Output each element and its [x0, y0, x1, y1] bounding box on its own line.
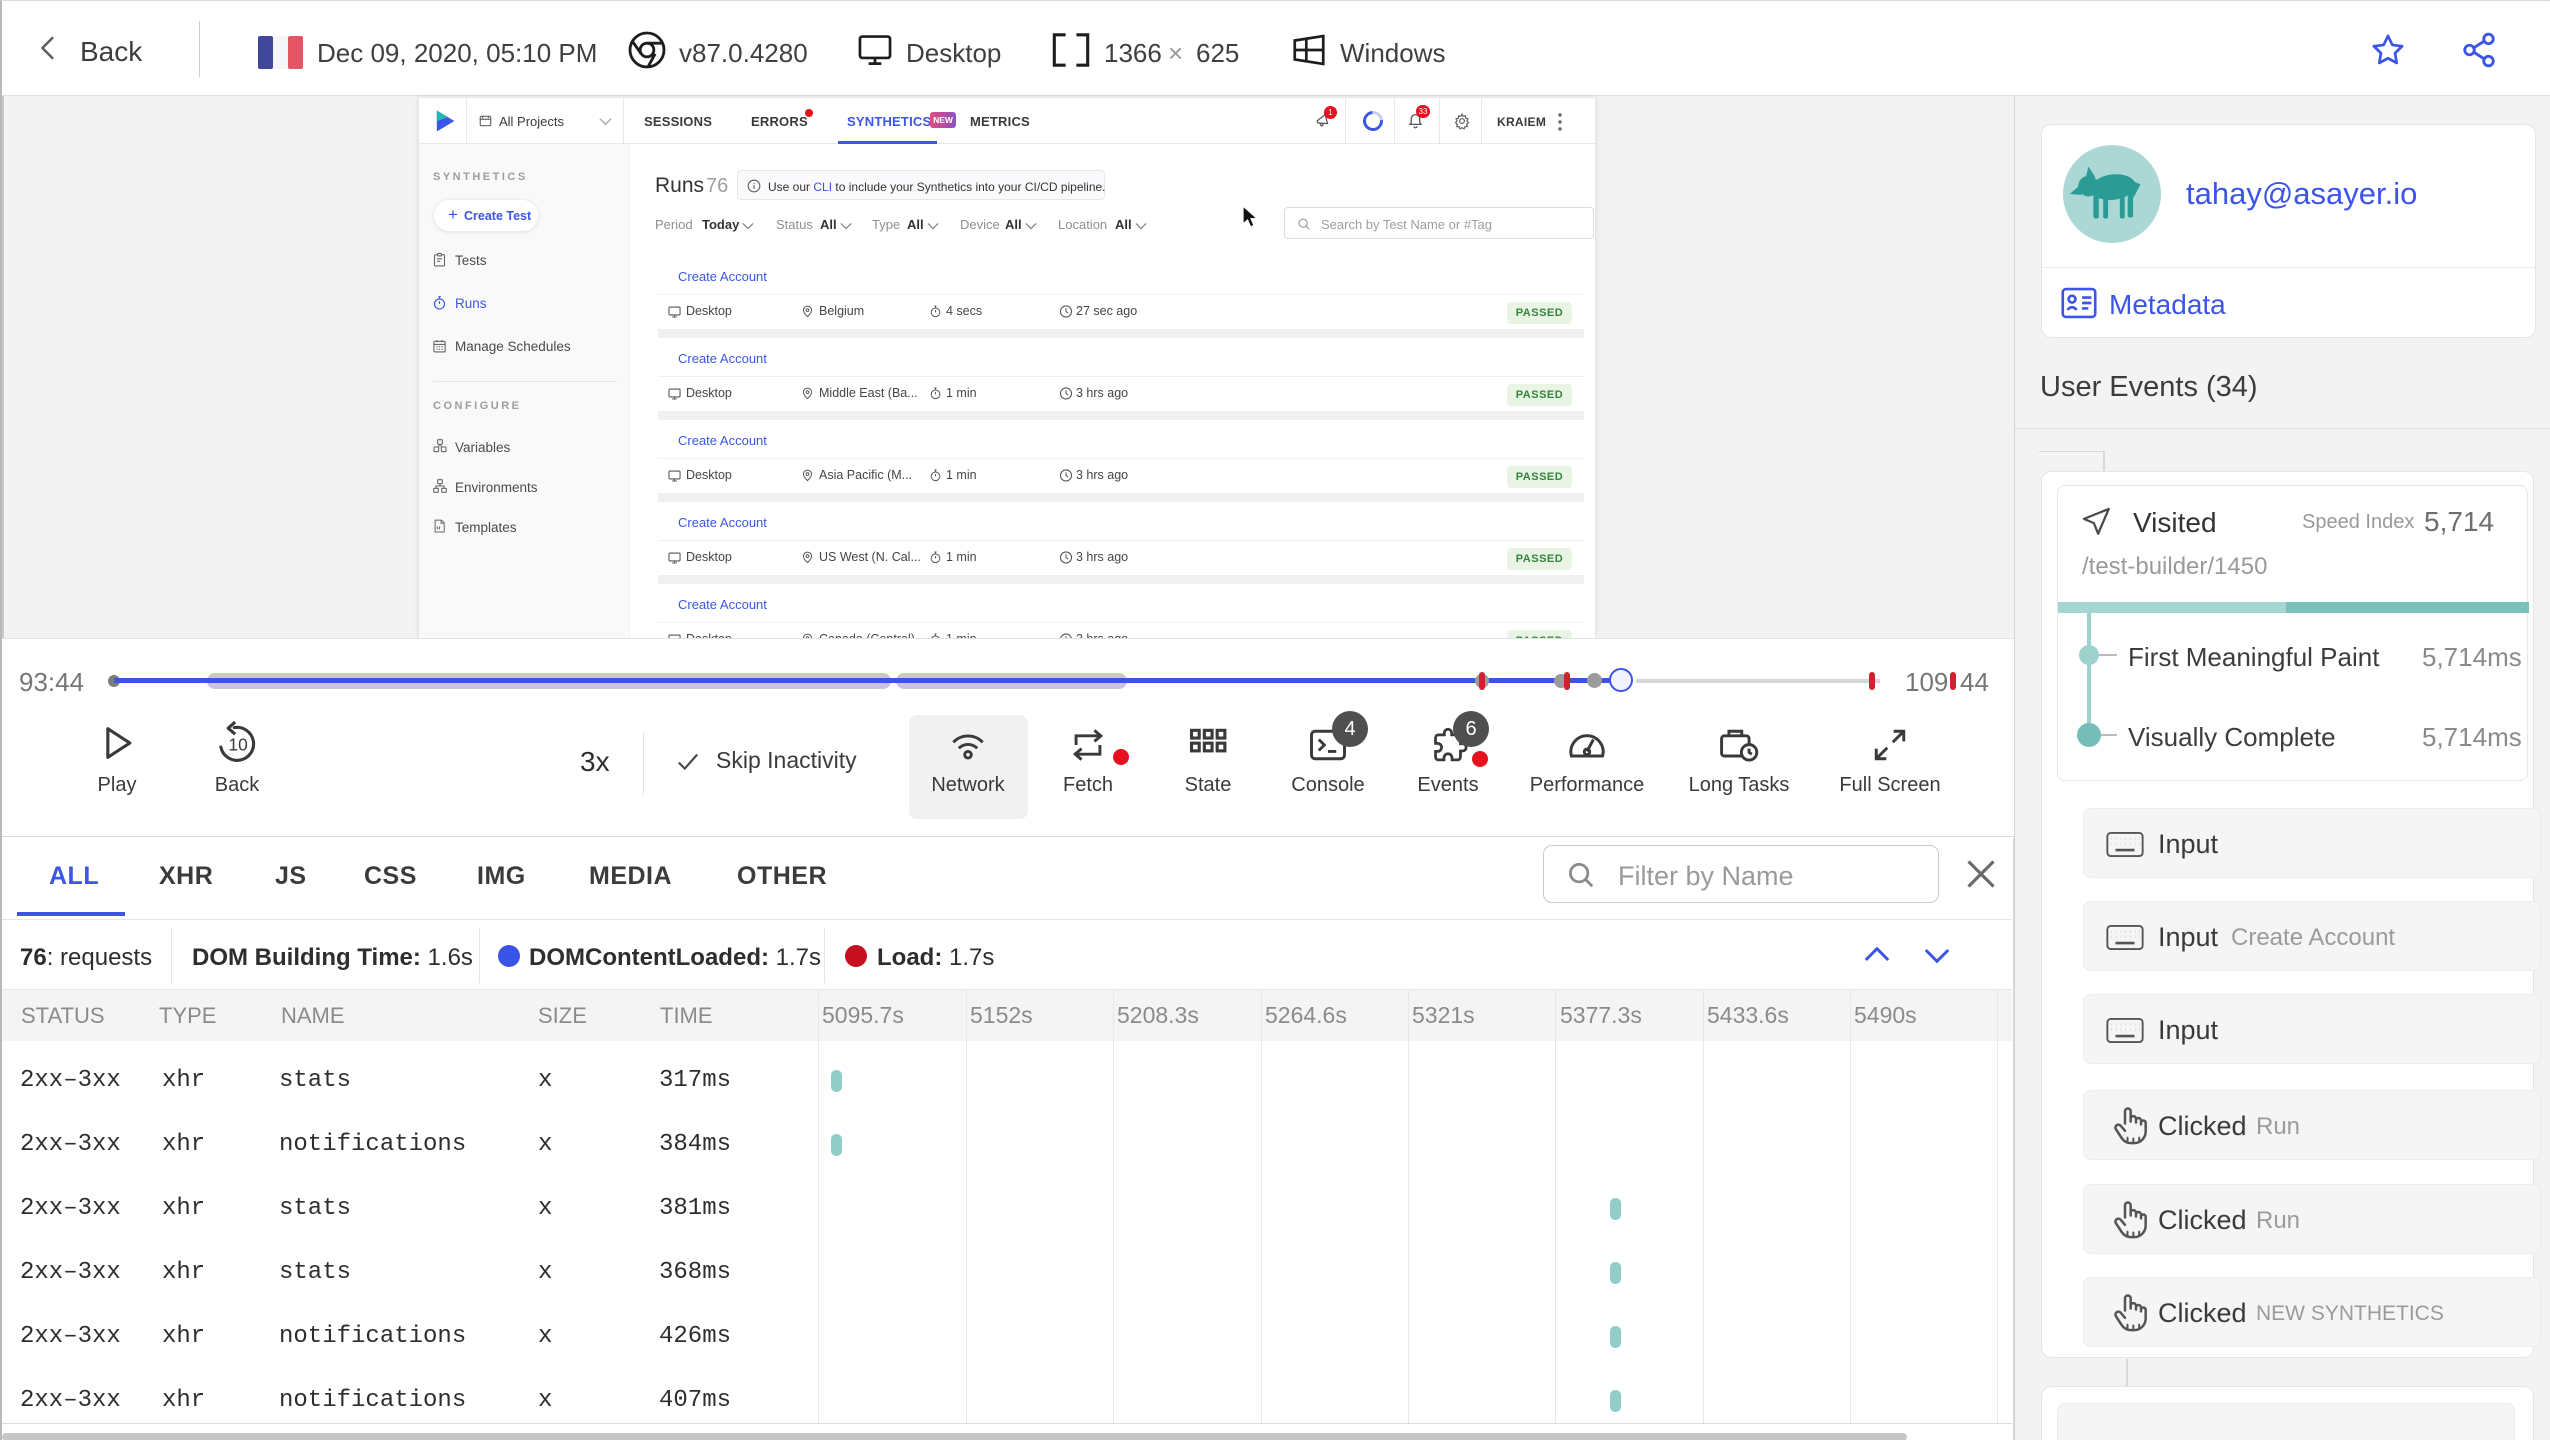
svg-text:10: 10: [228, 735, 247, 755]
